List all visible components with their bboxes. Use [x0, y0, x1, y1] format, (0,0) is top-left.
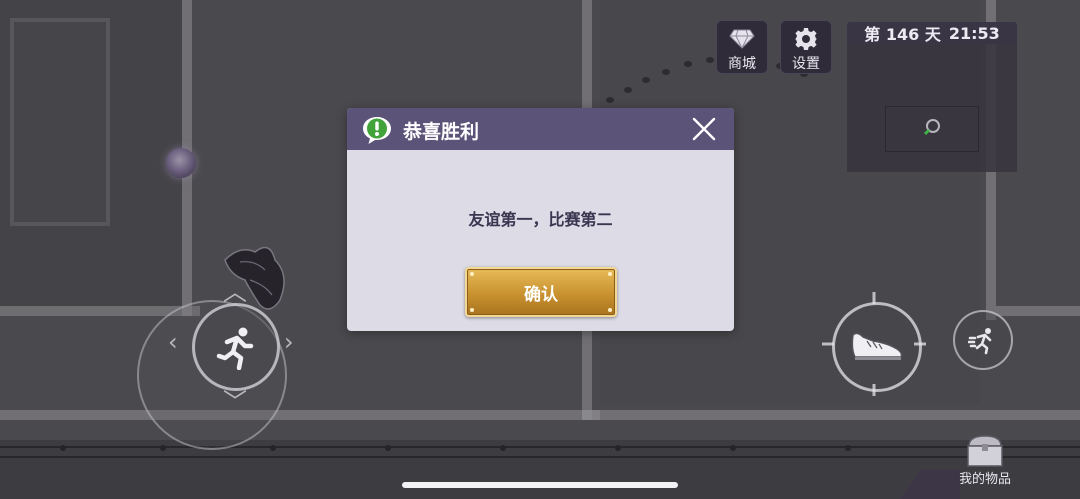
dialog-title: 恭喜胜利 [403, 121, 480, 143]
joystick-right-arrow: › [284, 328, 294, 356]
sprint-icon [968, 328, 992, 355]
gear-icon [794, 27, 818, 51]
day-counter: 第 146 天 [864, 21, 941, 45]
close-icon [692, 117, 716, 141]
corner-decoration [900, 470, 960, 499]
joystick-up-arrow: ︿ [223, 278, 247, 306]
shop-label: 商城 [728, 56, 756, 72]
chest-icon [967, 435, 1003, 467]
day-number: 146 [885, 25, 920, 44]
running-man-icon [216, 327, 254, 370]
confirm-label: 确认 [524, 284, 558, 305]
shop-button[interactable]: 商城 [716, 20, 768, 74]
inventory-label: 我的物品 [958, 472, 1011, 487]
day-prefix: 第 [864, 25, 881, 44]
day-suffix: 天 [924, 25, 941, 44]
minimap[interactable] [847, 44, 1017, 172]
button-rivet [470, 272, 474, 276]
button-rivet [608, 308, 612, 312]
victory-dialog: 恭喜胜利 友谊第一，比赛第二 确认 [347, 108, 734, 331]
close-button[interactable] [692, 117, 716, 141]
speech-exclamation-icon [363, 117, 391, 144]
crosshair-ticks [822, 292, 926, 396]
diamond-icon [729, 27, 755, 51]
clock-time: 21:53 [948, 23, 1000, 43]
home-indicator[interactable] [402, 482, 678, 488]
map-marker-icon [923, 119, 940, 136]
joystick-knob[interactable] [192, 303, 280, 391]
dialog-message: 友谊第一，比赛第二 [468, 210, 613, 229]
button-rivet [608, 272, 612, 276]
joystick-left-arrow: ‹ [168, 328, 178, 356]
settings-button[interactable]: 设置 [780, 20, 832, 74]
settings-label: 设置 [792, 56, 820, 72]
dialog-header: 恭喜胜利 [347, 108, 734, 150]
button-rivet [470, 308, 474, 312]
day-time-bar: 第 146 天 21:53 [847, 22, 1017, 44]
sprint-button[interactable] [953, 310, 1013, 370]
confirm-button[interactable]: 确认 [465, 267, 617, 317]
